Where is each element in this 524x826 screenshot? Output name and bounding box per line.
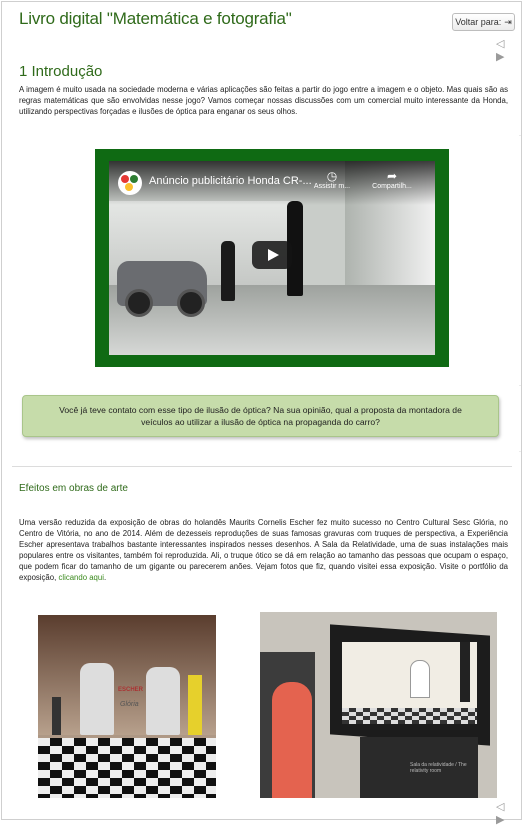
- photo-relativity-room: Sala da relatividade / The relativity ro…: [260, 612, 497, 798]
- page-title: Livro digital "Matemática e fotografia": [19, 9, 292, 28]
- play-button[interactable]: [252, 241, 292, 269]
- page-nav-bottom[interactable]: ◁ ▶: [496, 800, 524, 826]
- voltar-label: Voltar para:: [455, 17, 502, 27]
- watch-later-button[interactable]: ◷ Assistir m...: [307, 169, 357, 191]
- page-nav-top[interactable]: ◁ ▶: [496, 37, 524, 63]
- checkered-floor: [38, 738, 216, 798]
- person-left: [52, 697, 61, 735]
- voltar-button[interactable]: Voltar para: ⇥: [452, 13, 515, 31]
- person-photographing: [272, 682, 312, 798]
- eye-artwork-right: [146, 667, 180, 735]
- video-person-1: [221, 241, 235, 301]
- portfolio-link[interactable]: clicando aqui: [58, 573, 104, 582]
- intro-paragraph: A imagem é muito usada na sociedade mode…: [19, 85, 508, 116]
- clock-icon: ◷: [326, 169, 338, 183]
- exit-icon: ⇥: [504, 16, 512, 27]
- share-button[interactable]: ➦ Compartilh...: [367, 169, 417, 191]
- art-paragraph: Uma versão reduzida da exposição de obra…: [19, 518, 508, 582]
- section-heading-art: Efeitos em obras de arte: [19, 483, 128, 494]
- person-right: [188, 675, 202, 735]
- video-frame: Anúncio publicitário Honda CR-... ◷ Assi…: [95, 149, 449, 367]
- question-text: Você já teve contato com esse tipo de il…: [59, 405, 462, 427]
- video-title[interactable]: Anúncio publicitário Honda CR-...: [149, 175, 312, 187]
- question-box: Você já teve contato com esse tipo de il…: [22, 395, 499, 437]
- video-car: [117, 261, 207, 317]
- share-icon: ➦: [386, 169, 398, 183]
- photo-escher-exhibit: ESCHER Glória: [38, 615, 216, 798]
- section-heading-intro: 1 Introdução: [19, 63, 103, 80]
- margin-dot: ·: [519, 133, 521, 139]
- video-player[interactable]: Anúncio publicitário Honda CR-... ◷ Assi…: [109, 161, 435, 355]
- eye-artwork-left: [80, 663, 114, 735]
- divider: [12, 466, 512, 467]
- channel-logo-icon[interactable]: [118, 171, 142, 195]
